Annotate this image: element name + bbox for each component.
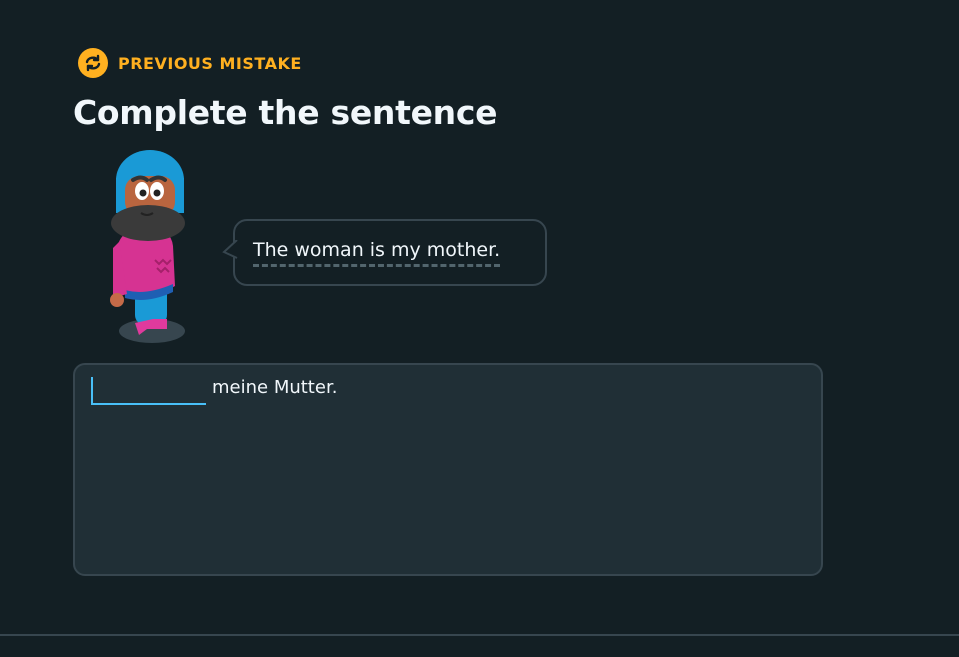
sentence-remainder: meine Mutter. [212,377,338,398]
blank-input[interactable] [91,377,206,405]
bubble-tail [222,240,238,259]
page-title: Complete the sentence [73,93,498,132]
answer-box: meine Mutter. [73,363,823,576]
footer-divider [0,634,959,636]
prompt-sentence[interactable]: The woman is my mother. [253,239,501,267]
repeat-arrows-icon [78,48,108,78]
badge-label: PREVIOUS MISTAKE [118,53,302,73]
previous-mistake-badge: PREVIOUS MISTAKE [78,48,302,78]
character-illustration [105,148,195,352]
speech-bubble: The woman is my mother. [222,219,547,286]
